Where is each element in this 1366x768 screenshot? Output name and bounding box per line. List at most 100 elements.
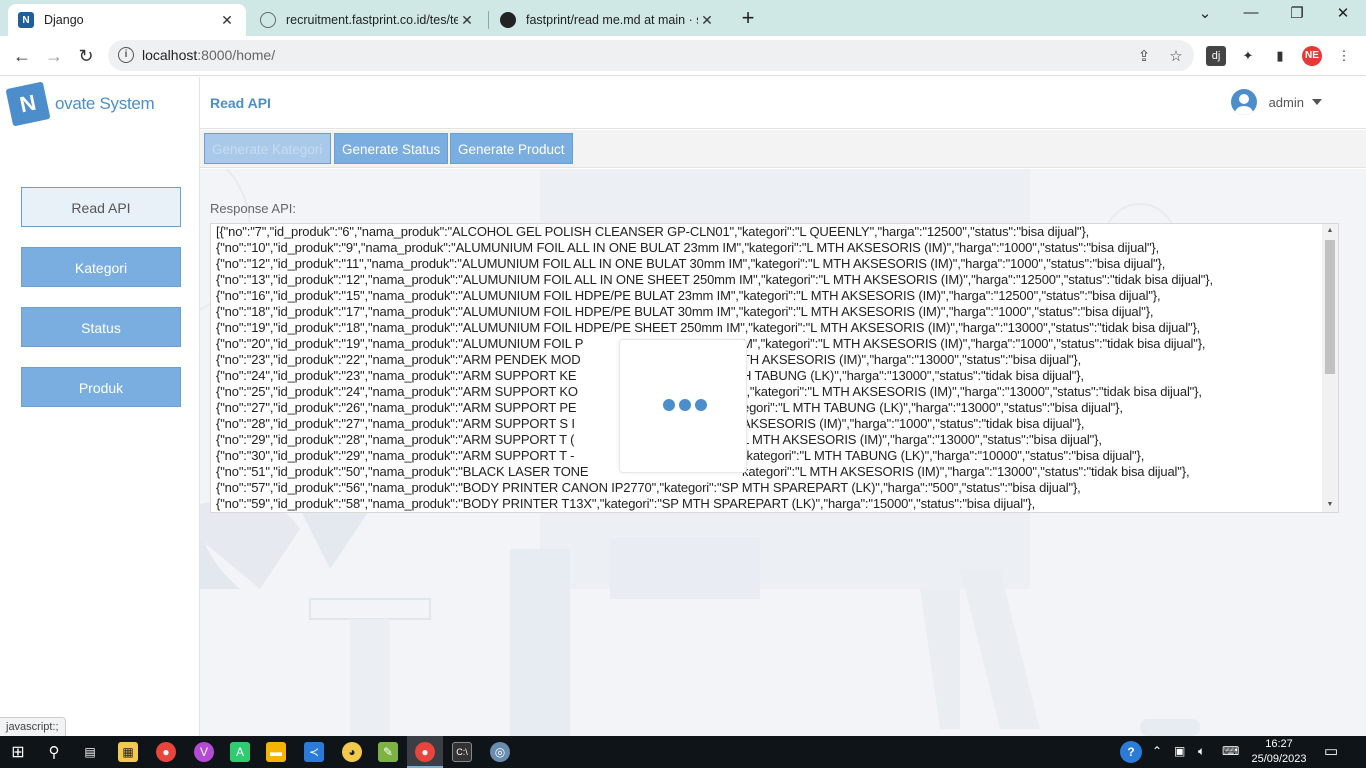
globe-icon — [260, 12, 276, 28]
app-cat-icon[interactable]: ◕ — [342, 742, 362, 762]
response-tail: kategori":"L MTH AKSESORIS (IM)","harga"… — [742, 464, 1190, 479]
app-a-icon[interactable]: A — [230, 742, 250, 762]
action-bar: Generate Kategori Generate Status Genera… — [200, 130, 1366, 168]
user-menu[interactable]: admin — [1230, 89, 1322, 115]
user-name: admin — [1268, 94, 1304, 110]
store-icon[interactable]: ▦ — [118, 742, 138, 762]
user-avatar-icon — [1230, 89, 1257, 115]
chrome-active-icon[interactable]: ● — [415, 742, 435, 762]
response-line: [{"no":"7","id_produk":"6","nama_produk"… — [216, 224, 1090, 239]
response-line: {"no":"57","id_produk":"56","nama_produk… — [216, 480, 1081, 495]
input-method-icon[interactable]: ⌨ — [1222, 744, 1239, 758]
main-area: Read API admin Generate Kategori Generat… — [200, 77, 1366, 736]
tab-title: fastprint/read me.md at main · sl — [526, 13, 698, 27]
reload-icon[interactable]: ↻ — [74, 44, 98, 68]
response-line: {"no":"12","id_produk":"11","nama_produk… — [216, 256, 1166, 271]
github-icon — [500, 12, 516, 28]
extensions-puzzle-icon[interactable]: ✦ — [1238, 46, 1258, 66]
clock-date: 25/09/2023 — [1251, 753, 1307, 765]
response-line: {"no":"19","id_produk":"18","nama_produk… — [216, 320, 1201, 335]
tray-chevron-up-icon[interactable]: ⌃ — [1152, 744, 1162, 758]
response-tail: TH AKSESORIS (IM)","harga":"13000","stat… — [742, 352, 1082, 367]
top-bar: Read API admin — [200, 77, 1366, 129]
app-globe-icon[interactable]: ◎ — [490, 742, 510, 762]
app-logo[interactable]: N ovate System — [5, 81, 155, 127]
browser-menu-icon[interactable]: ⋮ — [1334, 46, 1354, 66]
response-line: {"no":"10","id_produk":"9","nama_produk"… — [216, 240, 1160, 255]
response-tail: H TABUNG (LK)","harga":"13000","status":… — [742, 368, 1084, 383]
generate-product-button[interactable]: Generate Product — [450, 133, 573, 164]
sidebar-item-status[interactable]: Status — [21, 307, 181, 347]
tab-title: recruitment.fastprint.co.id/tes/te — [286, 13, 458, 27]
response-textarea[interactable]: [{"no":"7","id_produk":"6","nama_produk"… — [210, 223, 1339, 513]
content-area: Response API: [{"no":"7","id_produk":"6"… — [200, 169, 1366, 736]
django-favicon-icon: N — [18, 12, 34, 28]
response-tail: L MTH AKSESORIS (IM)","harga":"13000","s… — [742, 432, 1102, 447]
sidebar: N ovate System Read API Kategori Status … — [0, 77, 200, 736]
close-tab-icon[interactable]: ✕ — [458, 12, 476, 29]
tab-django[interactable]: N Django ✕ — [8, 4, 246, 36]
chevron-down-icon — [1312, 99, 1322, 105]
response-right-column: M","kategori":"L MTH AKSESORIS (IM)","ha… — [742, 336, 1206, 480]
browser-tab-strip: N Django ✕ recruitment.fastprint.co.id/t… — [0, 0, 1366, 36]
generate-kategori-button[interactable]: Generate Kategori — [204, 133, 331, 164]
taskbar: ⊞ ⚲ ▤ ▦ ● V A ▬ ≺ ◕ ✎ ● C:\ ◎ ? ⌃ ▣ 🔈︎ ⌨… — [0, 736, 1366, 768]
window-close-icon[interactable]: ✕ — [1328, 4, 1358, 22]
sidebar-item-produk[interactable]: Produk — [21, 367, 181, 407]
tab-title: Django — [44, 13, 84, 27]
generate-status-button[interactable]: Generate Status — [334, 133, 449, 164]
url-host: localhost — [142, 47, 198, 63]
response-line: {"no":"13","id_produk":"12","nama_produk… — [216, 272, 1213, 287]
file-explorer-icon[interactable]: ▬ — [266, 742, 286, 762]
help-icon[interactable]: ? — [1120, 741, 1142, 763]
profile-avatar-icon[interactable]: NE — [1302, 46, 1322, 66]
terminal-icon[interactable]: C:\ — [452, 742, 472, 762]
sidebar-item-read-api[interactable]: Read API — [21, 187, 181, 227]
address-bar[interactable]: i localhost:8000/home/ ⇪ ☆ — [108, 40, 1194, 71]
response-line: {"no":"59","id_produk":"58","nama_produk… — [216, 496, 1036, 511]
scroll-up-icon[interactable]: ▲ — [1322, 224, 1338, 238]
close-tab-icon[interactable]: ✕ — [218, 12, 236, 29]
network-icon[interactable]: ▣ — [1174, 744, 1185, 758]
volume-icon[interactable]: 🔈︎ — [1198, 744, 1205, 759]
tab-recruitment[interactable]: recruitment.fastprint.co.id/tes/te ✕ — [250, 4, 486, 36]
vscode-icon[interactable]: ≺ — [304, 742, 324, 762]
browser-status-bar: javascript:; — [0, 717, 66, 736]
response-tail: ","kategori":"L MTH AKSESORIS (IM)","har… — [742, 384, 1202, 399]
scroll-thumb[interactable] — [1325, 240, 1335, 374]
chrome-icon[interactable]: ● — [156, 742, 176, 762]
site-info-icon[interactable]: i — [118, 47, 134, 63]
loading-overlay — [619, 339, 747, 473]
response-tail: "kategori":"L MTH TABUNG (LK)","harga":"… — [742, 448, 1145, 463]
share-icon[interactable]: ⇪ — [1134, 47, 1154, 65]
response-scrollbar[interactable]: ▲ ▼ — [1322, 224, 1338, 512]
notifications-icon[interactable]: ▭ — [1324, 742, 1338, 760]
response-tail: egori":"L MTH TABUNG (LK)","harga":"1300… — [742, 400, 1123, 415]
search-icon[interactable]: ⚲ — [44, 742, 64, 762]
taskbar-clock[interactable]: 16:27 25/09/2023 — [1249, 737, 1309, 767]
new-tab-button[interactable]: + — [736, 5, 760, 31]
url-path: :8000/home/ — [197, 47, 276, 63]
scroll-down-icon[interactable]: ▼ — [1322, 498, 1338, 512]
forward-icon[interactable]: → — [42, 44, 66, 68]
logo-text: ovate System — [55, 94, 155, 113]
notepad-icon[interactable]: ✎ — [378, 742, 398, 762]
side-panel-icon[interactable]: ▮ — [1270, 46, 1290, 66]
restore-icon[interactable]: ❐ — [1282, 4, 1312, 22]
back-icon[interactable]: ← — [10, 44, 34, 68]
logo-mark: N — [5, 81, 51, 127]
windows-start-icon[interactable]: ⊞ — [8, 742, 28, 762]
close-tab-icon[interactable]: ✕ — [698, 12, 716, 29]
response-tail: AKSESORIS (IM)","harga":"1000","status":… — [742, 416, 1085, 431]
minimize-icon[interactable]: — — [1236, 4, 1266, 21]
vivaldi-icon[interactable]: V — [194, 742, 214, 762]
response-line: {"no":"16","id_produk":"15","nama_produk… — [216, 288, 1161, 303]
sidebar-item-kategori[interactable]: Kategori — [21, 247, 181, 287]
bookmark-star-icon[interactable]: ☆ — [1166, 47, 1186, 65]
task-view-icon[interactable]: ▤ — [80, 742, 100, 762]
tab-github[interactable]: fastprint/read me.md at main · sl ✕ — [490, 4, 726, 36]
tab-search-icon[interactable]: ⌄ — [1190, 4, 1220, 22]
page-title: Read API — [210, 95, 271, 111]
django-extension-icon[interactable]: dj — [1206, 46, 1226, 66]
loading-dot-icon — [695, 399, 707, 411]
